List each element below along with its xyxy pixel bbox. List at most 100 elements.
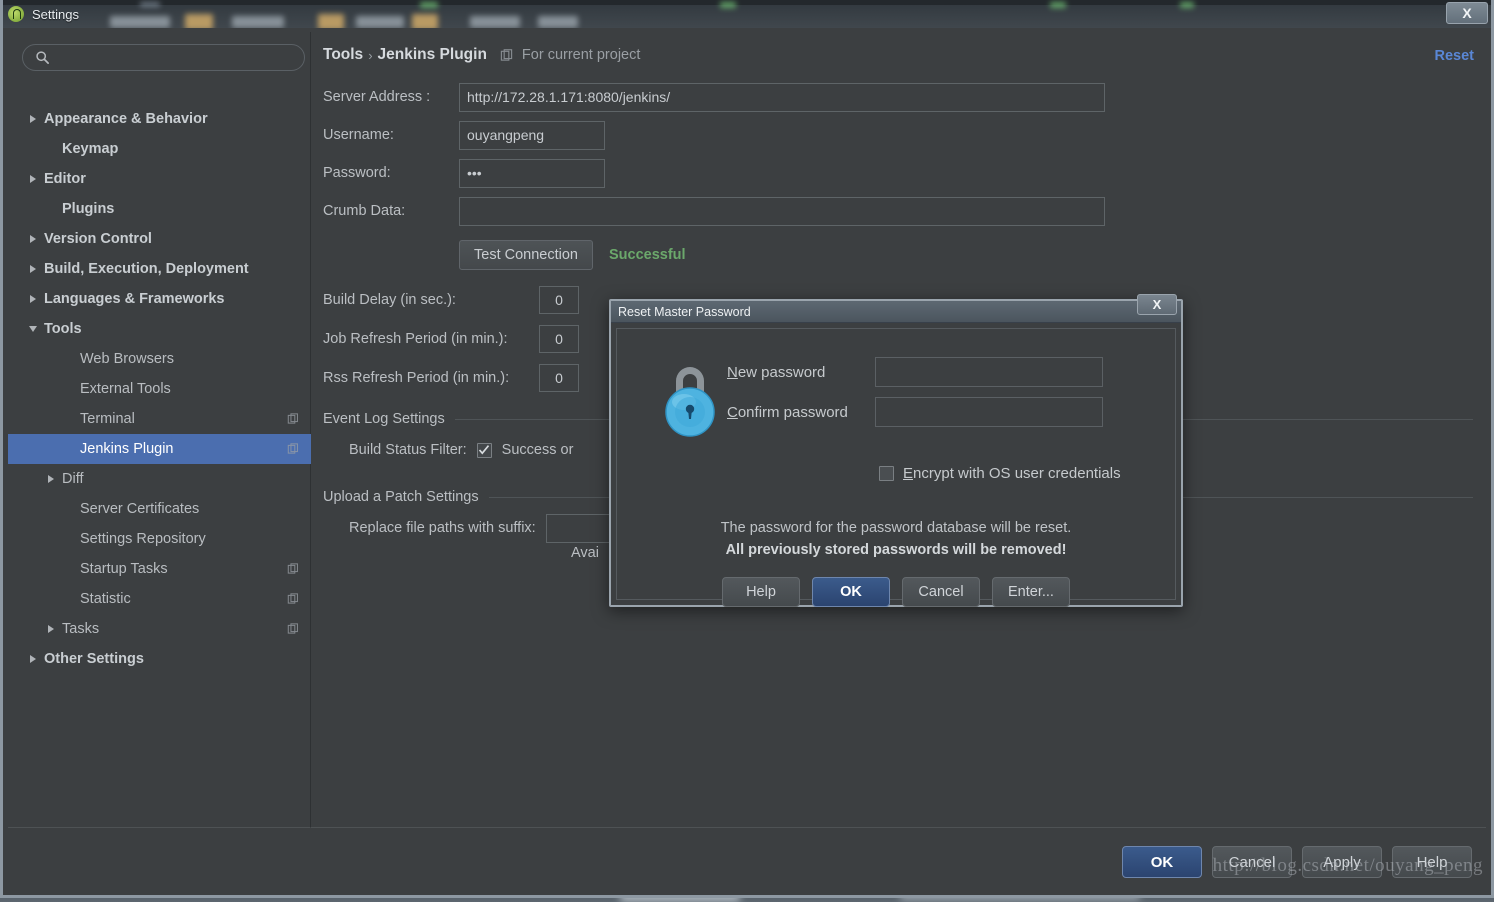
sidebar-item-web-browsers[interactable]: Web Browsers bbox=[8, 344, 311, 374]
chevron-down-icon[interactable] bbox=[26, 322, 40, 336]
sidebar-item-label: Languages & Frameworks bbox=[44, 291, 225, 307]
encrypt-credentials-label: Encrypt with OS user credentials bbox=[903, 465, 1121, 482]
sidebar-item-settings-repository[interactable]: Settings Repository bbox=[8, 524, 311, 554]
password-row: Password: bbox=[323, 154, 1473, 192]
sidebar-item-appearance-behavior[interactable]: Appearance & Behavior bbox=[8, 104, 311, 134]
modal-message: The password for the password database w… bbox=[617, 517, 1175, 561]
window-title: Settings bbox=[32, 6, 79, 22]
server-address-input[interactable] bbox=[459, 82, 1105, 112]
server-address-label: Server Address : bbox=[323, 89, 431, 105]
project-scope-icon bbox=[287, 563, 299, 575]
encrypt-credentials-row: Encrypt with OS user credentials bbox=[879, 465, 1121, 482]
upload-patch-section-title: Upload a Patch Settings bbox=[323, 489, 479, 505]
spinner-label: Job Refresh Period (in min.): bbox=[323, 330, 508, 347]
new-password-input[interactable] bbox=[875, 357, 1103, 387]
crumb-data-row: Crumb Data: bbox=[323, 192, 1473, 230]
modal-title-bar: Reset Master Password bbox=[611, 301, 1181, 323]
sidebar-item-label: Startup Tasks bbox=[80, 561, 168, 577]
modal-ok-button[interactable]: OK bbox=[812, 577, 890, 607]
chevron-right-icon[interactable] bbox=[26, 262, 40, 276]
modal-help-button[interactable]: Help bbox=[722, 577, 800, 607]
android-studio-icon bbox=[8, 6, 24, 22]
confirm-password-input[interactable] bbox=[875, 397, 1103, 427]
crumb-data-label: Crumb Data: bbox=[323, 203, 406, 219]
breadcrumb-root[interactable]: Tools bbox=[323, 46, 363, 64]
username-label: Username: bbox=[323, 127, 394, 143]
sidebar-item-label: Keymap bbox=[62, 141, 119, 157]
help-button[interactable]: Help bbox=[1392, 846, 1472, 878]
title-bar: Settings bbox=[0, 0, 1494, 28]
build-status-filter-checkbox[interactable] bbox=[476, 442, 492, 458]
password-input[interactable] bbox=[459, 158, 605, 188]
project-scope-icon bbox=[287, 623, 299, 635]
window-close-button[interactable]: X bbox=[1446, 2, 1488, 24]
sidebar-item-keymap[interactable]: Keymap bbox=[8, 134, 311, 164]
spinner-label: Rss Refresh Period (in min.): bbox=[323, 369, 510, 386]
project-scope-icon bbox=[287, 413, 299, 425]
settings-sidebar: Appearance & Behavior Keymap Editor Plugins… bbox=[8, 32, 311, 828]
modal-message-line1: The password for the password database w… bbox=[720, 520, 1072, 536]
sidebar-item-label: Editor bbox=[44, 171, 86, 187]
sidebar-item-external-tools[interactable]: External Tools bbox=[8, 374, 311, 404]
sidebar-item-label: Build, Execution, Deployment bbox=[44, 261, 249, 277]
sidebar-item-label: Server Certificates bbox=[80, 501, 200, 517]
sidebar-item-tasks[interactable]: Tasks bbox=[8, 614, 311, 644]
modal-close-button[interactable]: X bbox=[1137, 294, 1177, 315]
chevron-right-icon[interactable] bbox=[26, 172, 40, 186]
sidebar-item-statistic[interactable]: Statistic bbox=[8, 584, 311, 614]
cancel-button[interactable]: Cancel bbox=[1212, 846, 1292, 878]
test-connection-button[interactable]: Test Connection bbox=[459, 240, 593, 270]
test-connection-row: Test Connection Successful bbox=[323, 230, 1473, 280]
breadcrumb-current: Jenkins Plugin bbox=[377, 46, 487, 63]
search-box[interactable] bbox=[22, 44, 305, 71]
chevron-right-icon[interactable] bbox=[26, 112, 40, 126]
padlock-icon bbox=[659, 359, 721, 437]
chevron-right-icon[interactable] bbox=[44, 622, 58, 636]
sidebar-item-startup-tasks[interactable]: Startup Tasks bbox=[8, 554, 311, 584]
username-row: Username: bbox=[323, 116, 1473, 154]
ok-button[interactable]: OK bbox=[1122, 846, 1202, 878]
sidebar-item-label: Version Control bbox=[44, 231, 152, 247]
chevron-right-icon[interactable] bbox=[44, 472, 58, 486]
apply-button[interactable]: Apply bbox=[1302, 846, 1382, 878]
sidebar-item-editor[interactable]: Editor bbox=[8, 164, 311, 194]
new-password-label: New password bbox=[727, 363, 826, 381]
sidebar-item-plugins[interactable]: Plugins bbox=[8, 194, 311, 224]
project-scope-icon bbox=[500, 48, 513, 62]
search-input[interactable] bbox=[57, 50, 287, 65]
test-connection-status: Successful bbox=[608, 247, 686, 263]
project-scope-icon bbox=[287, 443, 299, 455]
modal-enter--button[interactable]: Enter... bbox=[992, 577, 1070, 607]
chevron-right-icon[interactable] bbox=[26, 292, 40, 306]
sidebar-item-languages-frameworks[interactable]: Languages & Frameworks bbox=[8, 284, 311, 314]
sidebar-item-server-certificates[interactable]: Server Certificates bbox=[8, 494, 311, 524]
password-label: Password: bbox=[323, 165, 391, 181]
crumb-data-input[interactable] bbox=[459, 196, 1105, 226]
sidebar-item-version-control[interactable]: Version Control bbox=[8, 224, 311, 254]
spinner-input[interactable] bbox=[539, 285, 579, 314]
spinner-input[interactable] bbox=[539, 324, 579, 353]
project-scope-icon bbox=[287, 593, 299, 605]
sidebar-item-build-execution-deployment[interactable]: Build, Execution, Deployment bbox=[8, 254, 311, 284]
chevron-right-icon[interactable] bbox=[26, 652, 40, 666]
sidebar-item-terminal[interactable]: Terminal bbox=[8, 404, 311, 434]
sidebar-item-label: Statistic bbox=[80, 591, 131, 607]
encrypt-credentials-checkbox[interactable] bbox=[879, 466, 894, 481]
username-input[interactable] bbox=[459, 120, 605, 150]
sidebar-item-label: Settings Repository bbox=[80, 531, 206, 547]
sidebar-item-label: Appearance & Behavior bbox=[44, 111, 208, 127]
breadcrumb: Tools › Jenkins Plugin For current proje… bbox=[323, 46, 640, 64]
sidebar-item-other-settings[interactable]: Other Settings bbox=[8, 644, 311, 674]
spinner-input[interactable] bbox=[539, 363, 579, 392]
sidebar-item-label: Tasks bbox=[62, 621, 100, 637]
modal-content: New password Confirm password Encrypt wi… bbox=[616, 328, 1176, 607]
sidebar-item-label: Web Browsers bbox=[80, 351, 175, 367]
sidebar-item-diff[interactable]: Diff bbox=[8, 464, 311, 494]
reset-link[interactable]: Reset bbox=[1435, 48, 1475, 64]
reset-master-password-dialog: Reset Master Password X New password Con… bbox=[609, 294, 1183, 607]
sidebar-item-label: Terminal bbox=[80, 411, 135, 427]
modal-cancel-button[interactable]: Cancel bbox=[902, 577, 980, 607]
sidebar-item-tools[interactable]: Tools bbox=[8, 314, 311, 344]
sidebar-item-jenkins-plugin[interactable]: Jenkins Plugin bbox=[8, 434, 311, 464]
chevron-right-icon[interactable] bbox=[26, 232, 40, 246]
